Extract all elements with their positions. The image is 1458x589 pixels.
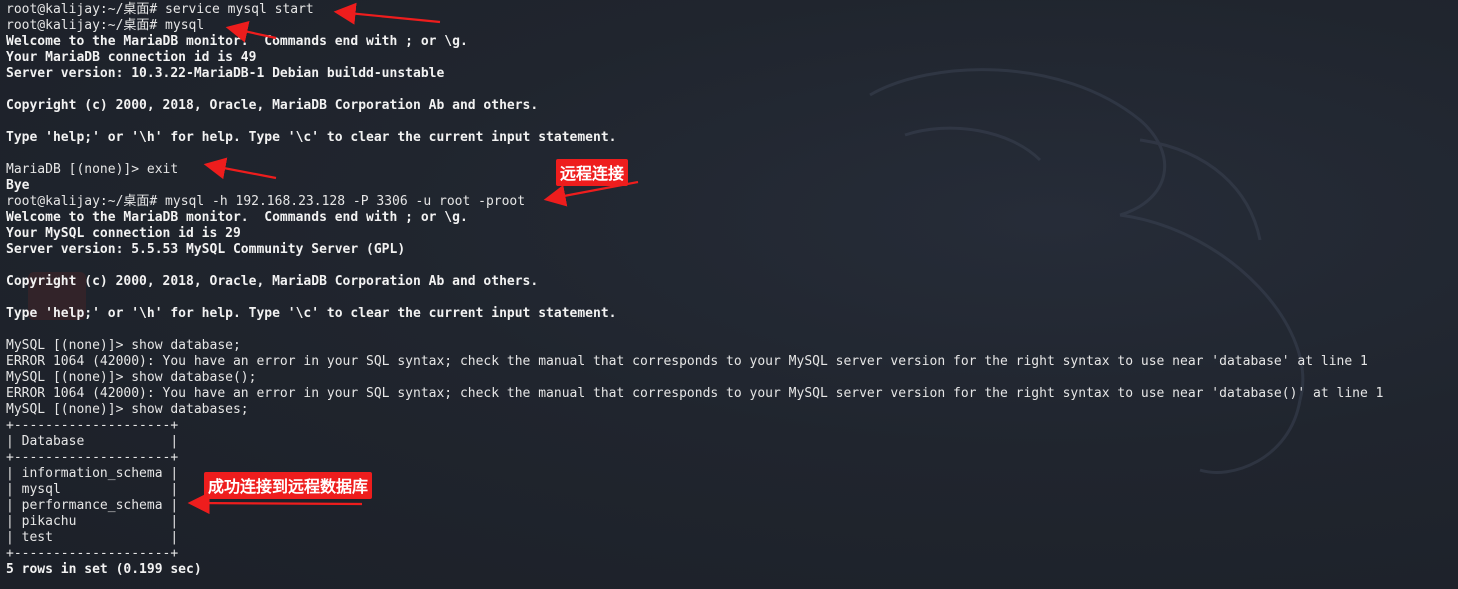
terminal-line: MariaDB [(none)]> exit [6,162,179,177]
annotation-success: 成功连接到远程数据库 [204,472,373,499]
terminal-line: Server version: 5.5.53 MySQL Community S… [6,242,406,257]
terminal-line: ERROR 1064 (42000): You have an error in… [6,386,1384,401]
annotation-remote-connect: 远程连接 [556,159,629,186]
terminal-line: Copyright (c) 2000, 2018, Oracle, MariaD… [6,274,539,289]
terminal-line: Copyright (c) 2000, 2018, Oracle, MariaD… [6,98,539,113]
terminal-line: +--------------------+ [6,450,179,465]
terminal-line: Type 'help;' or '\h' for help. Type '\c'… [6,306,617,321]
terminal-line: Your MariaDB connection id is 49 [6,50,257,65]
terminal-line: +--------------------+ [6,418,179,433]
terminal-line: 5 rows in set (0.199 sec) [6,562,202,577]
terminal-line: Server version: 10.3.22-MariaDB-1 Debian… [6,66,445,81]
terminal-line: Your MySQL connection id is 29 [6,226,241,241]
terminal-window[interactable]: root@kalijay:~/桌面# service mysql start ro… [0,0,1458,589]
terminal-line: Welcome to the MariaDB monitor. Commands… [6,210,468,225]
terminal-line: root@kalijay:~/桌面# service mysql start [6,2,314,17]
terminal-line: | performance_schema | [6,498,179,513]
terminal-line: | Database | [6,434,179,449]
terminal-line: MySQL [(none)]> show databases; [6,402,249,417]
terminal-line: Bye [6,178,30,193]
terminal-line: root@kalijay:~/桌面# mysql -h 192.168.23.1… [6,194,526,209]
terminal-line: MySQL [(none)]> show database(); [6,370,257,385]
terminal-line: Type 'help;' or '\h' for help. Type '\c'… [6,130,617,145]
terminal-line: MySQL [(none)]> show database; [6,338,241,353]
terminal-line: +--------------------+ [6,546,179,561]
terminal-line: root@kalijay:~/桌面# mysql [6,18,205,33]
terminal-line: | pikachu | [6,514,179,529]
terminal-line: | test | [6,530,179,545]
terminal-line: Welcome to the MariaDB monitor. Commands… [6,34,468,49]
terminal-line: ERROR 1064 (42000): You have an error in… [6,354,1368,369]
